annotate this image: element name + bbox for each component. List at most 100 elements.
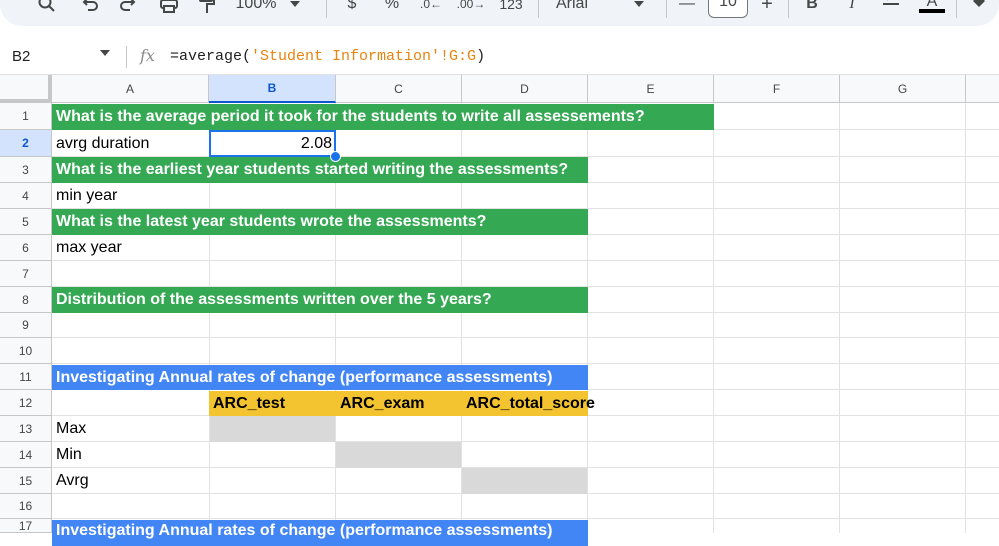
row-header[interactable]: 14 xyxy=(0,442,52,468)
column-header-h[interactable] xyxy=(966,75,999,103)
gridline xyxy=(839,103,840,533)
row-header[interactable]: 12 xyxy=(0,390,52,416)
print-icon[interactable] xyxy=(156,0,182,22)
decrease-decimal-icon[interactable]: .0← xyxy=(418,0,444,22)
formula-prefix: =average( xyxy=(170,48,252,65)
cell-b13[interactable] xyxy=(210,416,335,442)
row-header[interactable]: 5 xyxy=(0,209,52,235)
bold-button[interactable]: B xyxy=(800,0,824,22)
fx-icon: fx xyxy=(140,46,155,65)
text-color-label: A xyxy=(926,0,938,10)
cell-a11[interactable]: Investigating Annual rates of change (pe… xyxy=(52,365,588,390)
gridline xyxy=(52,337,999,338)
cell-a5[interactable]: What is the latest year students wrote t… xyxy=(52,209,588,235)
row-header[interactable]: 4 xyxy=(0,183,52,209)
select-all-corner[interactable] xyxy=(0,75,52,103)
row-header[interactable]: 7 xyxy=(0,261,52,287)
row-label: 5 xyxy=(22,214,29,229)
text-color-swatch xyxy=(919,9,945,13)
column-header-e[interactable]: E xyxy=(588,75,714,103)
cell-d15[interactable] xyxy=(462,468,587,494)
column-header-c[interactable]: C xyxy=(336,75,462,103)
column-label: D xyxy=(520,81,529,96)
row-header[interactable]: 13 xyxy=(0,416,52,442)
row-label: 10 xyxy=(18,343,33,358)
currency-format-button[interactable]: $ xyxy=(340,0,364,22)
row-label: 11 xyxy=(19,369,32,384)
row-header[interactable]: 6 xyxy=(0,235,52,261)
column-header-b[interactable]: B xyxy=(209,75,336,103)
row-label: 15 xyxy=(18,473,33,488)
bold-label: B xyxy=(806,0,818,12)
row-label: 14 xyxy=(18,447,33,462)
row-header[interactable]: 9 xyxy=(0,313,52,338)
row-header[interactable]: 2 xyxy=(0,130,52,157)
cell-c14[interactable] xyxy=(336,442,461,468)
row-label: 17 xyxy=(18,519,33,533)
row-label: 1 xyxy=(22,109,29,123)
row-header[interactable]: 3 xyxy=(0,157,52,183)
cell-c12[interactable]: ARC_exam xyxy=(336,391,462,416)
row-label: 8 xyxy=(22,292,29,307)
increase-font-size-button[interactable]: + xyxy=(756,0,778,22)
row-label: 4 xyxy=(22,188,29,203)
increase-decimal-icon[interactable]: .00→ xyxy=(457,0,486,22)
cell-a3[interactable]: What is the earliest year students start… xyxy=(52,157,588,183)
column-label: G xyxy=(897,81,908,96)
redo-icon[interactable] xyxy=(114,0,140,22)
toolbar-divider xyxy=(538,0,539,18)
column-label: B xyxy=(267,81,277,95)
name-box[interactable]: B2 xyxy=(12,48,30,65)
italic-label: I xyxy=(849,0,855,12)
percent-format-button[interactable]: % xyxy=(380,0,404,22)
row-header[interactable]: 16 xyxy=(0,494,52,519)
formula-bar-divider xyxy=(126,46,127,68)
paint-format-icon[interactable] xyxy=(194,0,220,22)
row-label: 2 xyxy=(22,136,29,150)
formula-suffix: ) xyxy=(476,48,486,65)
cell-a13[interactable]: Max xyxy=(52,416,209,442)
font-size-input[interactable]: 10 xyxy=(708,0,748,18)
fill-color-icon[interactable] xyxy=(966,0,992,22)
font-select[interactable]: Arial xyxy=(548,0,658,22)
formula-input[interactable]: =average('Student Information'!G:G) xyxy=(170,48,485,65)
toolbar-divider xyxy=(788,0,789,18)
column-header-a[interactable]: A xyxy=(52,75,209,103)
search-icon[interactable] xyxy=(34,0,60,22)
text-color-button[interactable]: A xyxy=(918,0,946,22)
fill-handle[interactable] xyxy=(330,151,341,162)
cell-a1[interactable]: What is the average period it took for t… xyxy=(52,104,714,130)
formula-string: 'Student Information'!G:G xyxy=(251,48,477,65)
row-label: 6 xyxy=(22,240,29,255)
cell-a2[interactable]: avrg duration xyxy=(52,130,209,157)
strikethrough-icon[interactable] xyxy=(878,0,904,22)
cell-a14[interactable]: Min xyxy=(52,442,209,468)
column-label: A xyxy=(125,81,134,96)
italic-button[interactable]: I xyxy=(840,0,864,22)
font-name: Arial xyxy=(556,0,589,12)
cell-a8[interactable]: Distribution of the assessments written … xyxy=(52,287,588,313)
chevron-down-icon[interactable] xyxy=(100,50,110,56)
decrease-font-size-button[interactable]: — xyxy=(676,0,698,22)
cell-b12[interactable]: ARC_test xyxy=(209,391,336,416)
row-header[interactable]: 17 xyxy=(0,519,52,533)
cell-d12[interactable]: ARC_total_score xyxy=(462,391,595,416)
row-header[interactable]: 1 xyxy=(0,103,52,130)
cell-a6[interactable]: max year xyxy=(52,235,209,261)
row-header[interactable]: 15 xyxy=(0,468,52,494)
column-label: E xyxy=(646,81,655,96)
undo-icon[interactable] xyxy=(78,0,104,22)
cell-a17[interactable]: Investigating Annual rates of change (pe… xyxy=(52,520,588,546)
zoom-value: 100% xyxy=(235,0,277,12)
zoom-select[interactable]: 100% xyxy=(226,0,310,22)
cell-a4[interactable]: min year xyxy=(52,183,209,209)
gridline xyxy=(965,103,966,533)
more-formats-button[interactable]: 123 xyxy=(496,0,526,22)
column-header-g[interactable]: G xyxy=(840,75,966,103)
row-header[interactable]: 10 xyxy=(0,338,52,364)
cell-a15[interactable]: Avrg xyxy=(52,468,209,494)
column-header-f[interactable]: F xyxy=(714,75,840,103)
row-header[interactable]: 8 xyxy=(0,287,52,313)
column-header-d[interactable]: D xyxy=(462,75,588,103)
row-header[interactable]: 11 xyxy=(0,364,52,390)
